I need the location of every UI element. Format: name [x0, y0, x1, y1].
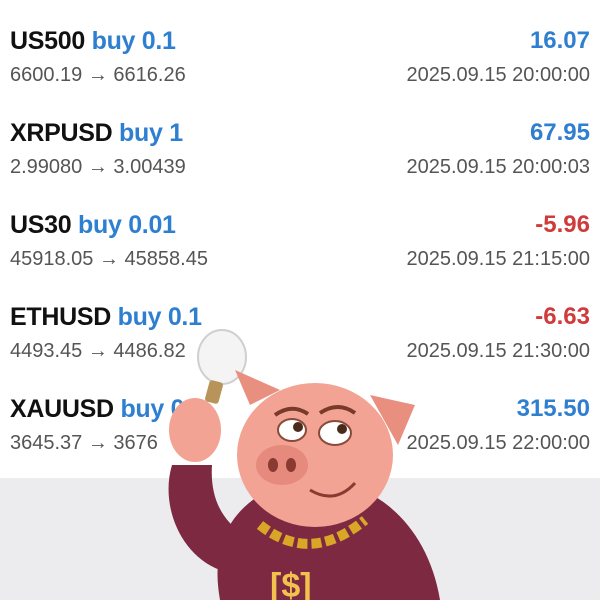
trade-symbol: US30 buy 0.01 — [10, 211, 176, 239]
trade-row[interactable]: US500 buy 0.1 16.07 6600.19 → 6616.26 20… — [0, 0, 600, 92]
trade-side: buy 0.01 — [78, 211, 176, 239]
trade-side: buy 0.1 — [91, 27, 176, 55]
trade-row[interactable]: US30 buy 0.01 -5.96 45918.05 → 45858.45 … — [0, 184, 600, 276]
pig-with-lightbulb-icon: [$] — [168, 329, 440, 600]
hoodie-logo: [$] — [270, 567, 312, 600]
trade-time: 2025.09.15 21:15:00 — [406, 248, 590, 270]
trade-profit: 67.95 — [529, 119, 590, 146]
trade-prices: 2.99080 → 3.00439 — [10, 156, 186, 178]
trade-symbol: US500 buy 0.1 — [10, 27, 176, 55]
trade-prices: 45918.05 → 45858.45 — [10, 248, 208, 270]
trade-prices: 3645.37 → 3676 — [10, 432, 158, 454]
trade-prices: 6600.19 → 6616.26 — [10, 64, 186, 86]
trade-symbol: XRPUSD buy 1 — [10, 119, 183, 147]
trade-time: 2025.09.15 20:00:00 — [406, 64, 590, 86]
trade-time: 2025.09.15 20:00:03 — [406, 156, 590, 178]
trade-profit: -6.63 — [535, 303, 590, 330]
trade-profit: -5.96 — [535, 211, 590, 238]
trade-profit: 315.50 — [516, 395, 590, 422]
trade-row[interactable]: XRPUSD buy 1 67.95 2.99080 → 3.00439 202… — [0, 92, 600, 184]
trade-profit: 16.07 — [529, 27, 590, 54]
trade-side: buy 1 — [119, 119, 183, 147]
